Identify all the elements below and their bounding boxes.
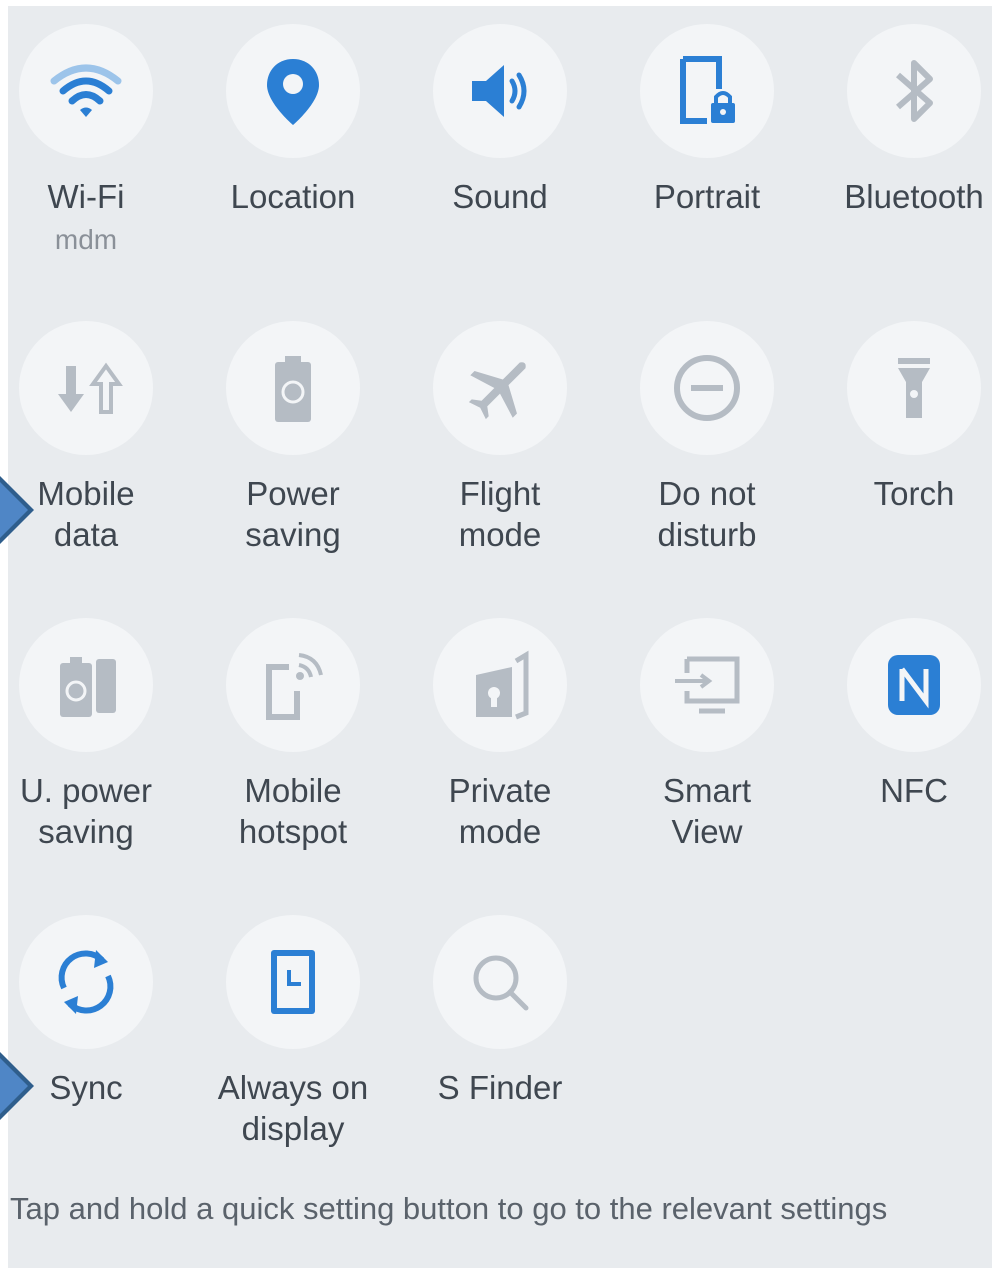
tile-label: Smart View (662, 772, 751, 850)
s-finder-toggle[interactable]: S Finder (400, 897, 600, 1108)
nfc-button[interactable] (847, 618, 981, 752)
wifi-toggle[interactable]: Wi-Fi mdm (0, 6, 186, 257)
location-pin-icon (267, 59, 319, 125)
tile-label: Wi-Fi (47, 178, 125, 215)
tile-label: U. power saving (19, 772, 153, 850)
hint-text: Tap and hold a quick setting button to g… (10, 1191, 888, 1226)
torch-toggle[interactable]: Torch (814, 303, 992, 514)
tile-label: Location (230, 178, 356, 215)
power-saving-toggle[interactable]: Power saving (193, 303, 393, 555)
tile-label: Bluetooth (844, 178, 984, 215)
hotspot-icon (266, 653, 323, 720)
ultra-power-saving-button[interactable] (19, 618, 153, 752)
tile-label: Flight mode (458, 475, 542, 553)
bluetooth-icon (896, 60, 933, 122)
tile-label: Torch (873, 475, 955, 512)
nfc-icon (888, 655, 940, 715)
portrait-toggle[interactable]: Portrait (607, 6, 807, 217)
private-mode-toggle[interactable]: Private mode (400, 600, 600, 852)
ultra-power-saving-toggle[interactable]: U. power saving (0, 600, 186, 852)
sound-toggle[interactable]: Sound (400, 6, 600, 217)
torch-button[interactable] (847, 321, 981, 455)
torch-icon (898, 358, 930, 418)
tile-label: Power saving (245, 475, 341, 553)
tile-label: Sound (452, 178, 548, 215)
annotation-arrow-fill (0, 478, 28, 542)
flight-mode-toggle[interactable]: Flight mode (400, 303, 600, 555)
airplane-icon (468, 362, 526, 420)
tile-label: S Finder (437, 1069, 563, 1106)
bluetooth-toggle[interactable]: Bluetooth (814, 6, 992, 217)
do-not-disturb-button[interactable] (640, 321, 774, 455)
bluetooth-button[interactable] (847, 24, 981, 158)
portrait-lock-icon (680, 56, 735, 124)
sound-icon (472, 65, 527, 117)
sound-button[interactable] (433, 24, 567, 158)
tile-label: Mobile hotspot (238, 772, 348, 850)
always-on-display-icon (271, 950, 315, 1014)
search-icon (473, 955, 529, 1011)
do-not-disturb-icon (674, 355, 740, 421)
wifi-icon (50, 64, 122, 117)
sync-icon (58, 950, 114, 1014)
annotation-arrow-fill (0, 1054, 28, 1118)
private-mode-icon (476, 650, 529, 720)
do-not-disturb-toggle[interactable]: Do not disturb (607, 303, 807, 555)
smart-view-icon (675, 656, 740, 714)
mobile-hotspot-toggle[interactable]: Mobile hotspot (193, 600, 393, 852)
mobile-hotspot-button[interactable] (226, 618, 360, 752)
portrait-button[interactable] (640, 24, 774, 158)
tile-label: Always on display (217, 1069, 369, 1147)
tile-label: Do not disturb (657, 475, 757, 553)
s-finder-button[interactable] (433, 915, 567, 1049)
wifi-button[interactable] (19, 24, 153, 158)
flight-mode-button[interactable] (433, 321, 567, 455)
smart-view-toggle[interactable]: Smart View (607, 600, 807, 852)
quick-settings-grid: Wi-Fi mdm Location Sound Portrait Blueto… (8, 6, 992, 1186)
sync-button[interactable] (19, 915, 153, 1049)
private-mode-button[interactable] (433, 618, 567, 752)
tile-label: Portrait (653, 178, 761, 215)
smart-view-button[interactable] (640, 618, 774, 752)
always-on-display-button[interactable] (226, 915, 360, 1049)
power-saving-button[interactable] (226, 321, 360, 455)
tile-label: NFC (880, 772, 948, 809)
tile-label: Private mode (448, 772, 552, 850)
ultra-power-saving-icon (60, 657, 116, 717)
mobile-data-button[interactable] (19, 321, 153, 455)
always-on-display-toggle[interactable]: Always on display (193, 897, 393, 1149)
nfc-toggle[interactable]: NFC (814, 600, 992, 811)
power-saving-icon (275, 356, 311, 422)
location-toggle[interactable]: Location (193, 6, 393, 217)
wifi-network-name: mdm (54, 224, 118, 255)
location-button[interactable] (226, 24, 360, 158)
mobile-data-icon (58, 362, 123, 414)
